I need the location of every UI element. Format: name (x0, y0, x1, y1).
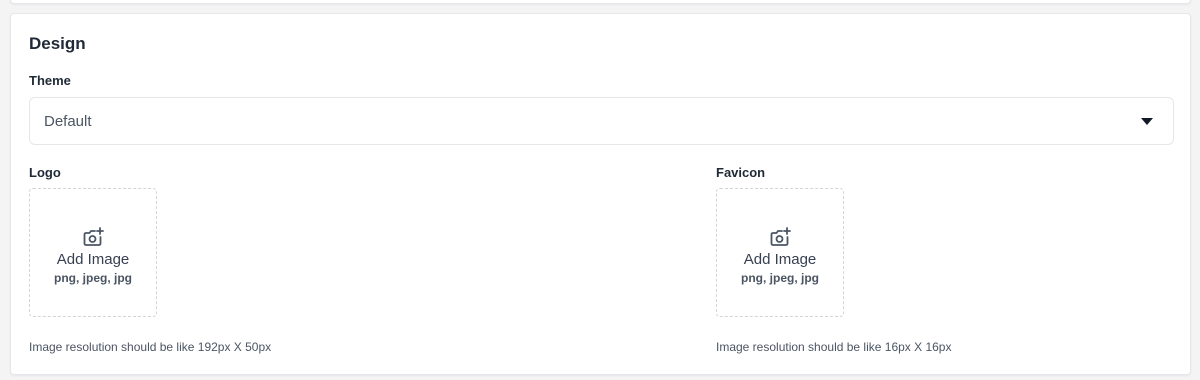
logo-upload-dropzone[interactable]: Add Image png, jpeg, jpg (29, 188, 157, 317)
design-card: Design Theme Default Logo Add Image png,… (10, 13, 1191, 375)
camera-plus-icon (83, 227, 104, 246)
logo-add-image-text: Add Image (56, 251, 130, 268)
theme-select[interactable]: Default (29, 97, 1174, 145)
logo-label: Logo (29, 165, 61, 180)
previous-card (10, 0, 1191, 4)
favicon-file-types: png, jpeg, jpg (741, 271, 819, 285)
caret-down-icon (1141, 117, 1153, 125)
favicon-resolution-hint: Image resolution should be like 16px X 1… (716, 340, 952, 354)
favicon-label: Favicon (716, 165, 766, 180)
section-title: Design (29, 34, 86, 53)
logo-resolution-hint: Image resolution should be like 192px X … (29, 340, 272, 354)
theme-label: Theme (29, 73, 71, 88)
camera-plus-icon (770, 227, 791, 246)
logo-file-types: png, jpeg, jpg (54, 271, 132, 285)
favicon-add-image-text: Add Image (743, 251, 817, 268)
theme-selected-value: Default (44, 112, 92, 130)
favicon-upload-dropzone[interactable]: Add Image png, jpeg, jpg (716, 188, 844, 317)
